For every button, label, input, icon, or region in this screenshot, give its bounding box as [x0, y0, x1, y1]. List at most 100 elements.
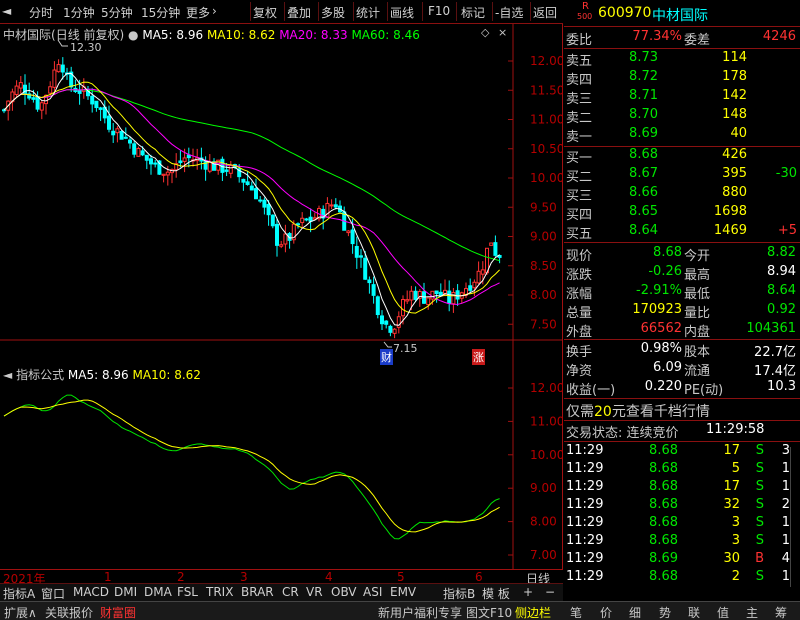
ask-level-label: 卖四: [566, 73, 593, 88]
tab-trix[interactable]: TRIX: [206, 585, 233, 599]
stat-label: 总量: [566, 306, 593, 321]
tab-dma[interactable]: DMA: [144, 585, 172, 599]
expand-button[interactable]: 扩展∧: [4, 604, 37, 620]
remove-watchlist-button[interactable]: -自选: [495, 4, 523, 21]
ask-price: 8.69: [629, 126, 658, 141]
panel-tab-price[interactable]: 价: [600, 604, 612, 620]
divider: [564, 48, 800, 49]
tab-template[interactable]: 模 板: [482, 585, 510, 602]
remove-indicator-button[interactable]: −: [545, 585, 555, 599]
tick-side: S: [755, 443, 764, 458]
finance-event-badge[interactable]: 财: [380, 349, 393, 365]
stat-label: 最高: [684, 268, 711, 283]
candle-body: [35, 95, 40, 110]
fundamental-value: 10.3: [767, 379, 796, 394]
tick-row: 11:29 8.69 30 B 4: [564, 551, 800, 569]
tick-time: 11:29: [566, 443, 604, 458]
f10-button[interactable]: F10: [428, 4, 450, 18]
stat-row: 涨跌 -0.26 最高 8.94: [564, 264, 800, 283]
back-button[interactable]: 返回: [533, 4, 557, 21]
tab-macd[interactable]: MACD: [73, 585, 109, 599]
period-toolbar: ◄ 分时 1分钟 5分钟 15分钟 更多 › 复权 叠加 多股 统计 画线 F1…: [0, 0, 563, 24]
add-indicator-button[interactable]: +: [523, 585, 533, 599]
tick-count: 2: [781, 497, 790, 512]
stat-label: 外盘: [566, 325, 593, 340]
stat-value: 8.82: [767, 245, 796, 260]
tab-indicator-b[interactable]: 指标B: [443, 585, 475, 602]
f10-graphic-link[interactable]: 图文F10: [466, 604, 512, 620]
promo-amount[interactable]: 20: [594, 404, 612, 420]
tab-window[interactable]: 窗口: [41, 585, 65, 602]
divider: [564, 420, 800, 421]
tab-intraday[interactable]: 分时: [29, 4, 53, 21]
draw-line-button[interactable]: 画线: [390, 4, 414, 21]
panel-tab-link[interactable]: 联: [688, 604, 700, 620]
tab-indicator-a[interactable]: 指标A: [3, 585, 35, 602]
tab-emv[interactable]: EMV: [390, 585, 416, 599]
mark-button[interactable]: 标记: [461, 4, 485, 21]
weibi-value: 77.34%: [632, 29, 682, 44]
more-arrow-icon[interactable]: ›: [212, 4, 217, 18]
candle-body: [468, 285, 473, 291]
tick-price: 8.68: [649, 533, 678, 548]
tab-dmi[interactable]: DMI: [114, 585, 137, 599]
panel-tab-value[interactable]: 值: [717, 604, 729, 620]
new-user-promo-link[interactable]: 新用户福利专享: [378, 604, 462, 620]
panel-tab-trades[interactable]: 笔: [570, 604, 582, 620]
tick-volume: 3: [731, 533, 740, 548]
kline-chart[interactable]: 12.00 11.50 11.00 10.50 10.00 9.50 9.00 8.50 8.0…: [0, 24, 563, 569]
tick-volume: 17: [723, 443, 740, 458]
candle-body: [451, 291, 456, 305]
candle-body: [409, 290, 414, 301]
high-pointer: [57, 39, 68, 47]
panel-tab-detail[interactable]: 细: [629, 604, 641, 620]
stat-label: 内盘: [684, 325, 711, 340]
limit-up-badge[interactable]: 涨: [472, 349, 485, 365]
tab-15min[interactable]: 15分钟: [141, 4, 180, 21]
related-quote-button[interactable]: 关联报价: [45, 604, 93, 620]
bid-price: 8.68: [629, 147, 658, 162]
candle-body: [371, 284, 376, 296]
ask-level-label: 卖一: [566, 130, 593, 145]
overlay-button[interactable]: 叠加: [287, 4, 311, 21]
candle-body: [149, 158, 153, 165]
toolbar-divider: [492, 2, 493, 21]
tab-1min[interactable]: 1分钟: [63, 4, 95, 21]
panel-tab-main[interactable]: 主: [746, 604, 758, 620]
stock-header: R 500 600970 中材国际: [564, 1, 800, 25]
stats-button[interactable]: 统计: [356, 4, 380, 21]
tab-obv[interactable]: OBV: [331, 585, 357, 599]
fundamental-value: 17.4亿: [754, 364, 796, 379]
tab-more[interactable]: 更多: [186, 4, 210, 21]
chart-area[interactable]: 中材国际(日线 前复权) ● MA5: 8.96 MA10: 8.62 MA20…: [0, 24, 563, 569]
ask-volume: 148: [722, 107, 747, 122]
date-label-jun: 6: [475, 570, 483, 584]
wealth-circle-button[interactable]: 财富圈: [100, 604, 136, 620]
wheel-icon[interactable]: ◄: [2, 4, 11, 18]
adjust-button[interactable]: 复权: [253, 4, 277, 21]
tick-side: S: [755, 569, 764, 584]
tab-fsl[interactable]: FSL: [177, 585, 198, 599]
candle-body: [132, 143, 137, 155]
toolbar-divider: [456, 2, 457, 21]
y-tick-label: 11.00: [530, 113, 563, 127]
tab-brar[interactable]: BRAR: [241, 585, 274, 599]
multi-stock-button[interactable]: 多股: [321, 4, 345, 21]
sidebar-toggle[interactable]: 侧边栏: [515, 604, 551, 620]
promo-row[interactable]: 仅需20元查看千档行情: [564, 401, 800, 421]
tick-scrollbar[interactable]: [790, 447, 796, 587]
panel-tab-trend[interactable]: 势: [659, 604, 671, 620]
tab-5min[interactable]: 5分钟: [101, 4, 133, 21]
tab-asi[interactable]: ASI: [363, 585, 382, 599]
panel-tab-chips[interactable]: 筹: [775, 604, 787, 620]
trade-status: 交易状态: 连续竞价: [566, 426, 679, 441]
tab-cr[interactable]: CR: [282, 585, 299, 599]
promo-text[interactable]: 仅需20元查看千档行情: [566, 401, 710, 421]
candle-body: [115, 128, 120, 134]
tick-count: 1: [781, 569, 790, 584]
bid-volume: 395: [722, 166, 747, 181]
ask-volume: 178: [722, 69, 747, 84]
tab-vr[interactable]: VR: [306, 585, 323, 599]
tick-count: 1: [781, 479, 790, 494]
candle-body: [367, 279, 372, 284]
